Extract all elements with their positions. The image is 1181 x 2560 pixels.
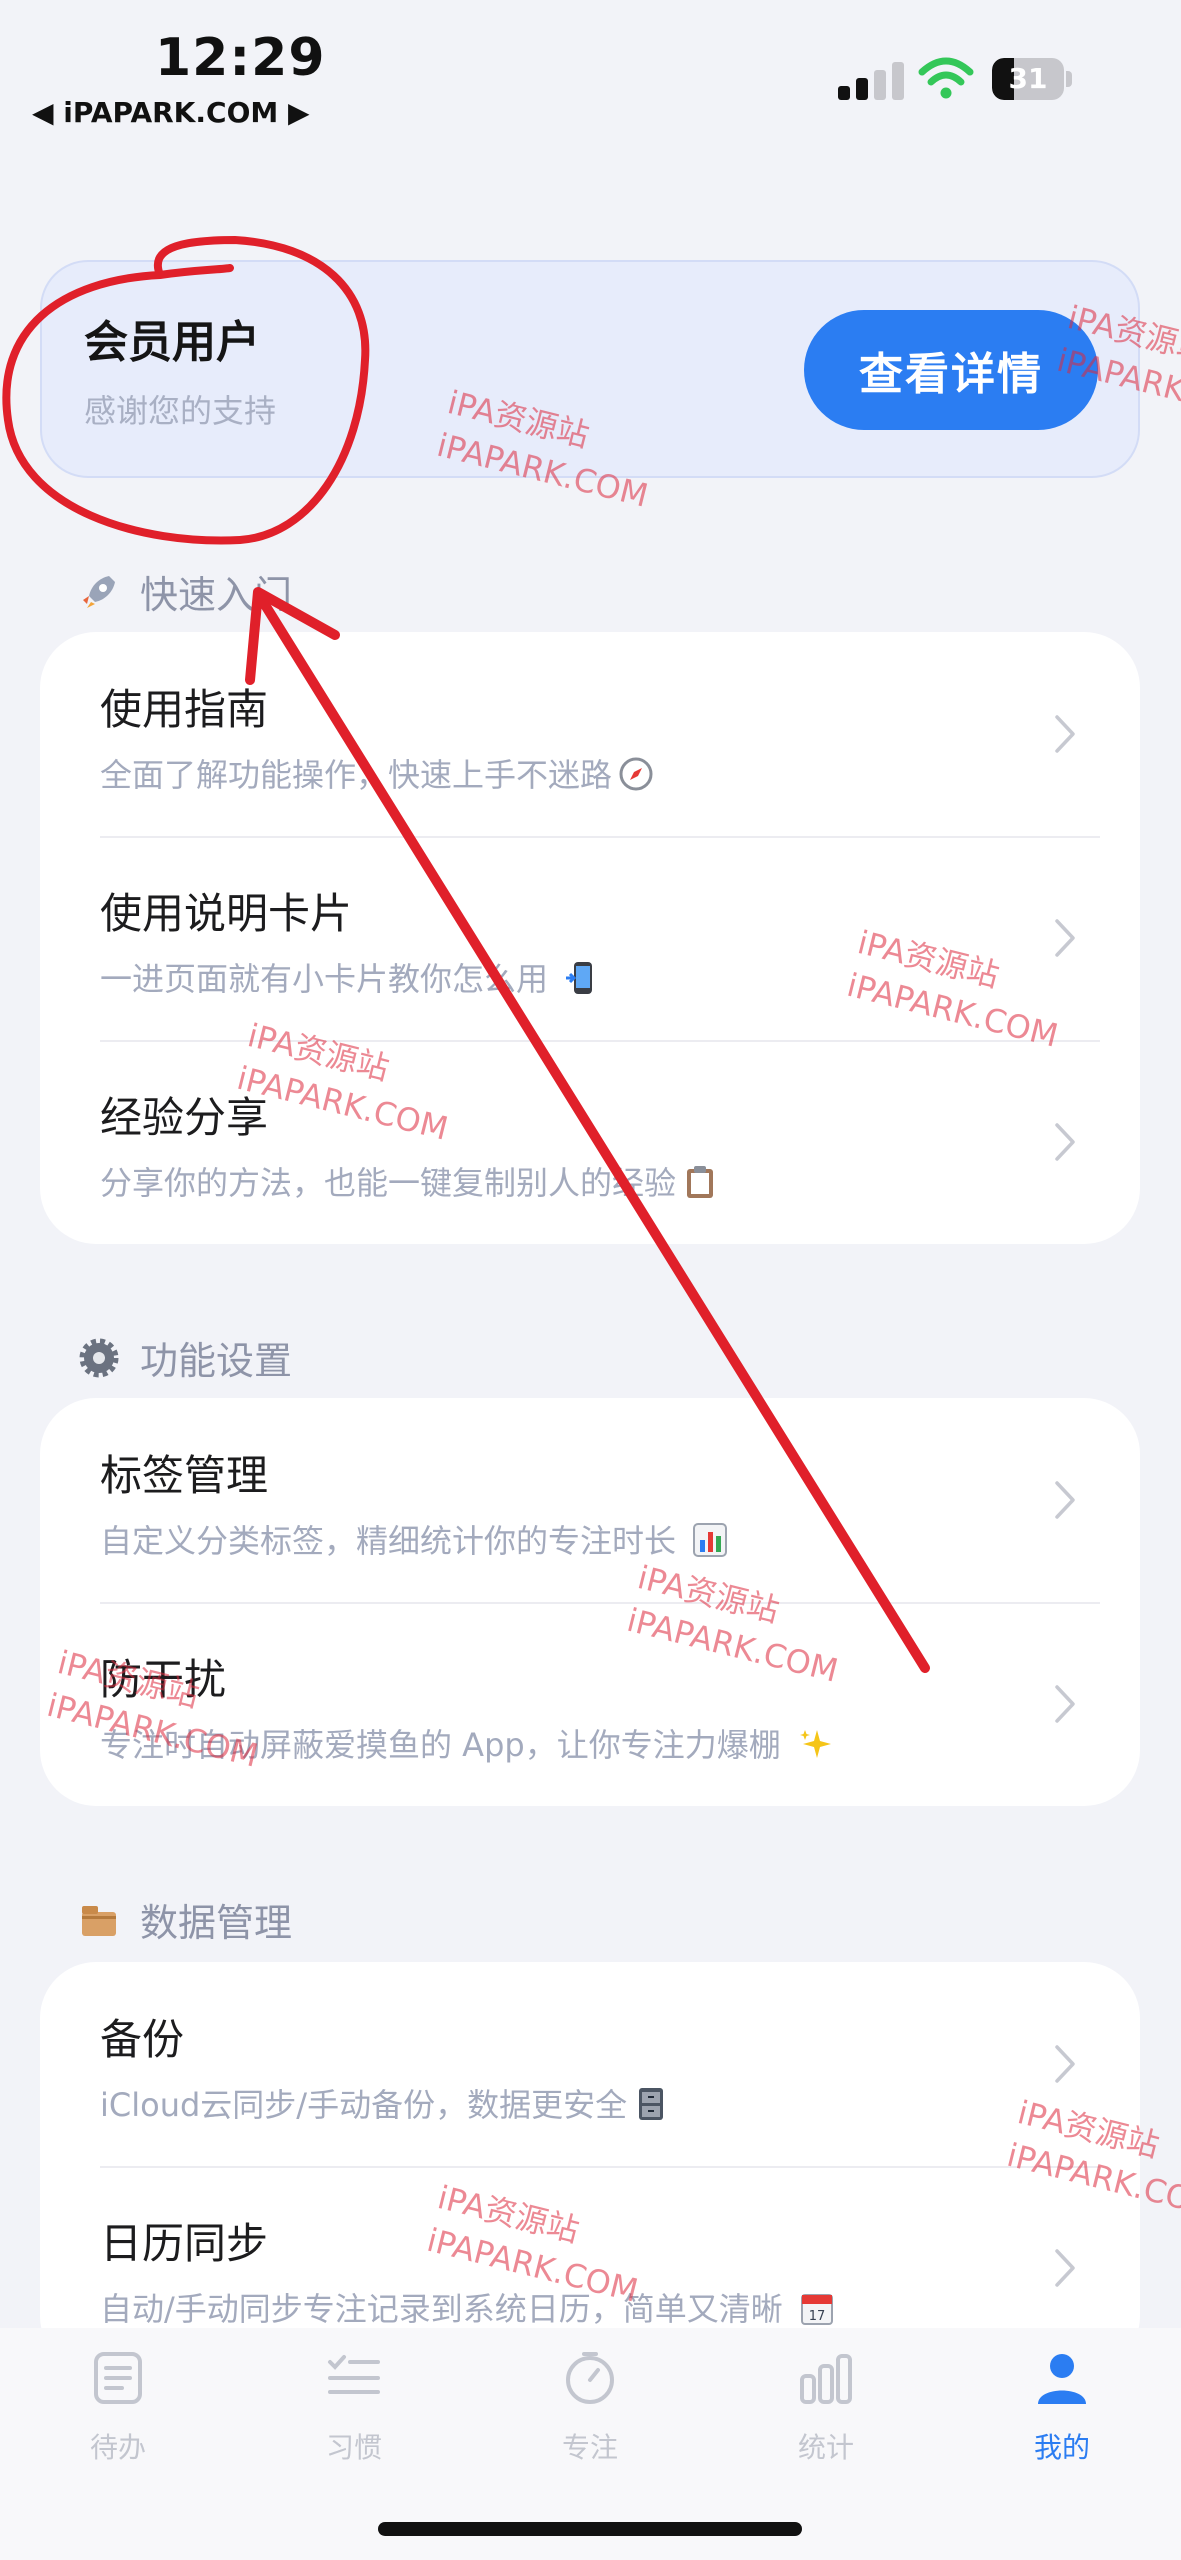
row-tag-management[interactable]: 标签管理 自定义分类标签，精细统计你的专注时长 [40,1398,1140,1602]
member-subtitle: 感谢您的支持 [84,392,277,430]
section-header-quick-start: 快速入门 [78,564,292,619]
phone-emoji-icon [566,962,593,994]
tab-habit[interactable]: 习惯 [274,2348,434,2498]
chevron-right-icon [1055,2249,1075,2287]
tab-todo[interactable]: 待办 [38,2348,198,2498]
row-subtitle: iCloud云同步/手动备份，数据更安全 [100,2086,628,2124]
tab-label: 习惯 [325,2431,382,2464]
row-subtitle: 全面了解功能操作，快速上手不迷路 [100,756,613,794]
stats-icon [800,2354,852,2404]
tab-profile[interactable]: 我的 [982,2348,1142,2498]
row-subtitle: 分享你的方法，也能一键复制别人的经验 [100,1164,677,1202]
tab-label: 统计 [797,2431,854,2464]
cabinet-emoji-icon [639,2088,664,2120]
list-icon [94,2352,142,2404]
svg-text:17: 17 [809,2309,826,2324]
row-title: 使用说明卡片 [100,889,353,938]
clipboard-emoji-icon [687,1166,714,1198]
rocket-icon [78,571,120,613]
wifi-icon [918,57,974,99]
row-backup[interactable]: 备份 iCloud云同步/手动备份，数据更安全 [40,1962,1140,2166]
home-indicator [378,2522,802,2536]
compass-emoji-icon [619,757,653,791]
battery-level: 31 [1008,62,1048,95]
chevron-right-icon [1055,2045,1075,2083]
view-details-button[interactable]: 查看详情 [804,310,1098,430]
data-management-card: 备份 iCloud云同步/手动备份，数据更安全 日历同步 自动/手动同步专注记录… [40,1962,1140,2372]
section-label: 数据管理 [140,1901,293,1945]
status-bar: 12:29 ◀ iPAPARK.COM ▶ 31 [0,0,1181,150]
section-header-feature-settings: 功能设置 [78,1330,292,1385]
row-subtitle: 自动/手动同步专注记录到系统日历，简单又清晰 [100,2290,793,2328]
calendar-emoji-icon: 17 [800,2294,833,2325]
chevron-right-icon [1055,919,1075,957]
row-subtitle: 一进页面就有小卡片教你怎么用 [100,960,559,998]
bar-chart-emoji-icon [693,1523,728,1557]
row-subtitle: 自定义分类标签，精细统计你的专注时长 [100,1522,687,1560]
chevron-right-icon [1055,1481,1075,1519]
tab-label: 我的 [1033,2431,1090,2464]
row-title: 标签管理 [100,1451,269,1500]
timer-icon [566,2352,614,2404]
row-title: 备份 [100,2015,185,2064]
chevron-right-icon [1055,715,1075,753]
battery-icon: 31 [992,58,1072,100]
back-to-app-link[interactable]: ◀ iPAPARK.COM ▶ [32,96,310,129]
quick-start-card: 使用指南 全面了解功能操作，快速上手不迷路 使用说明卡片 一进页面就有小卡片教你… [40,632,1140,1244]
sparkles-emoji-icon [799,1730,831,1758]
box-icon [78,1899,120,1941]
chevron-right-icon [1055,1123,1075,1161]
tab-label: 待办 [89,2431,146,2464]
section-label: 功能设置 [140,1339,293,1383]
habit-icon [328,2355,380,2394]
cellular-signal-icon [838,62,904,100]
member-title: 会员用户 [84,317,260,368]
row-experience-sharing[interactable]: 经验分享 分享你的方法，也能一键复制别人的经验 [40,1040,1140,1244]
section-header-data-management: 数据管理 [78,1892,292,1947]
tab-label: 专注 [561,2431,618,2464]
gear-icon [78,1337,120,1379]
profile-icon [1038,2354,1086,2404]
row-title: 使用指南 [100,685,269,734]
row-user-guide[interactable]: 使用指南 全面了解功能操作，快速上手不迷路 [40,632,1140,836]
chevron-right-icon [1055,1685,1075,1723]
row-title: 日历同步 [100,2219,269,2268]
tab-stats[interactable]: 统计 [746,2348,906,2498]
status-time: 12:29 [155,28,326,88]
section-label: 快速入门 [140,573,293,617]
tab-focus[interactable]: 专注 [510,2348,670,2498]
